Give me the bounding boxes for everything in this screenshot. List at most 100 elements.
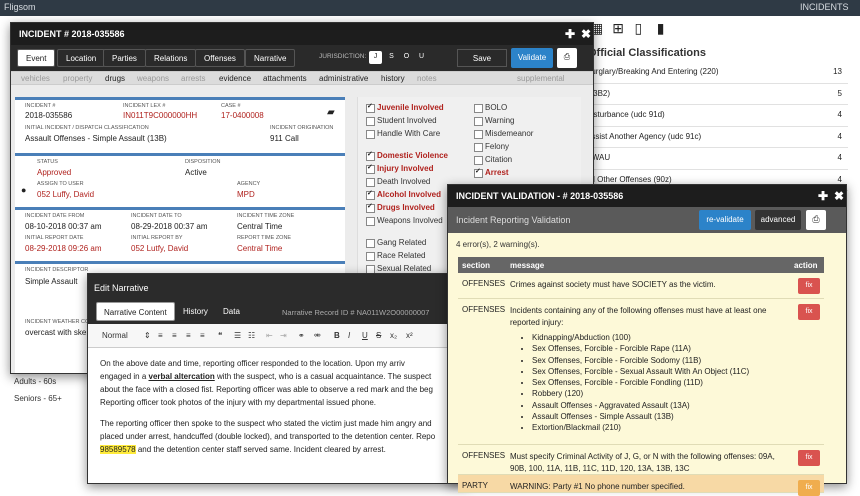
assign-user-field[interactable]: 052 Luffy, David	[37, 190, 94, 199]
time-zone-field[interactable]: Central Time	[237, 222, 282, 231]
subtab-arrests[interactable]: arrests	[181, 74, 205, 83]
warning-checkbox[interactable]: Warning	[474, 116, 515, 126]
close-icon[interactable]: ✖	[581, 27, 591, 41]
sitemap-icon[interactable]: ⊞	[612, 20, 626, 36]
revalidate-button[interactable]: re-validate	[699, 210, 751, 230]
tab-narrative-content[interactable]: Narrative Content	[96, 302, 175, 321]
agency-field[interactable]: MPD	[237, 190, 255, 199]
tab-history[interactable]: History	[176, 302, 215, 321]
incident-number-field[interactable]: 2018-035586	[25, 111, 72, 120]
italic-icon[interactable]: I	[348, 331, 350, 340]
format-select[interactable]: Normal	[102, 331, 128, 340]
narrative-editor[interactable]: On the above date and time, reporting of…	[88, 348, 468, 473]
lex-number-field[interactable]: IN011T9C000000HH	[123, 111, 197, 120]
align-center-icon[interactable]: ≡	[172, 331, 177, 340]
tab-parties[interactable]: Parties	[103, 49, 146, 67]
race-related-checkbox[interactable]: Race Related	[366, 251, 425, 261]
fix-button[interactable]: fix	[798, 480, 820, 496]
fix-button[interactable]: fix	[798, 450, 820, 466]
indent-icon[interactable]: ⇥	[280, 331, 287, 340]
book-icon[interactable]: ▮	[657, 20, 671, 36]
tab-relations[interactable]: Relations	[145, 49, 197, 67]
align-right-icon[interactable]: ≡	[186, 331, 191, 340]
subscript-icon[interactable]: x₂	[390, 331, 397, 340]
case-number-field[interactable]: 17-0400008	[221, 111, 264, 120]
classification-field[interactable]: Assault Offenses - Simple Assault (13B)	[25, 134, 167, 143]
fix-button[interactable]: fix	[798, 278, 820, 294]
injury-involved-checkbox[interactable]: Injury Involved	[366, 163, 433, 174]
juvenile-involved-checkbox[interactable]: Juvenile Involved	[366, 102, 444, 113]
descriptor-field[interactable]: Simple Assault	[25, 277, 77, 286]
narrative-window-header[interactable]: Edit Narrative	[88, 274, 468, 300]
link-icon[interactable]: ⚭	[298, 331, 305, 340]
tab-event[interactable]: Event	[17, 49, 56, 67]
bullet-list-icon[interactable]: ☷	[248, 331, 255, 340]
age-group-item[interactable]: Seniors - 65+	[14, 394, 62, 403]
list-item[interactable]: DWAU 4	[586, 148, 848, 170]
status-field[interactable]: Approved	[37, 168, 71, 177]
verbal-altercation-link[interactable]: verbal altercation	[149, 372, 215, 381]
superscript-icon[interactable]: x²	[406, 331, 413, 340]
handle-with-care-checkbox[interactable]: Handle With Care	[366, 129, 440, 139]
jurisdiction-s-button[interactable]: S	[385, 51, 398, 64]
list-item[interactable]: Disturbance (udc 91d) 4	[586, 105, 848, 127]
incident-window-header[interactable]: INCIDENT # 2018-035586 ✚ ✖	[11, 23, 593, 45]
subtab-vehicles[interactable]: vehicles	[21, 74, 50, 83]
unlink-icon[interactable]: ⚮	[314, 331, 321, 340]
death-involved-checkbox[interactable]: Death Involved	[366, 177, 430, 187]
tab-data[interactable]: Data	[216, 302, 247, 321]
felony-checkbox[interactable]: Felony	[474, 142, 509, 152]
drugs-involved-checkbox[interactable]: Drugs Involved	[366, 202, 435, 213]
misdemeanor-checkbox[interactable]: Misdemeanor	[474, 129, 533, 139]
quote-icon[interactable]: ❝	[218, 331, 222, 340]
report-by-field[interactable]: 052 Lutfy, David	[131, 244, 188, 253]
subtab-evidence[interactable]: evidence	[219, 74, 251, 83]
strikethrough-icon[interactable]: S	[376, 331, 381, 340]
list-item[interactable]: Burglary/Breaking And Entering (220) 13	[586, 62, 848, 84]
weather-field[interactable]: overcast with ske	[25, 328, 86, 337]
save-button[interactable]: Save	[457, 49, 507, 67]
validation-window-header[interactable]: INCIDENT VALIDATION - # 2018-035586 ✚ ✖	[448, 185, 846, 207]
subtab-attachments[interactable]: attachments	[263, 74, 307, 83]
jurisdiction-u-button[interactable]: U	[415, 51, 428, 64]
tab-offenses[interactable]: Offenses	[195, 49, 245, 67]
justify-icon[interactable]: ≡	[200, 331, 205, 340]
print-icon[interactable]: ⎙	[806, 210, 826, 230]
domestic-violence-checkbox[interactable]: Domestic Violence	[366, 150, 448, 161]
subtab-history[interactable]: history	[381, 74, 405, 83]
subtab-supplemental[interactable]: supplemental	[517, 74, 565, 83]
outdent-icon[interactable]: ⇤	[266, 331, 273, 340]
report-time-zone-field[interactable]: Central Time	[237, 244, 282, 253]
sexual-related-checkbox[interactable]: Sexual Related	[366, 264, 431, 274]
document-icon[interactable]: ▯	[634, 20, 648, 36]
folder-icon[interactable]: ▰	[327, 107, 335, 118]
list-item[interactable]: (13B2) 5	[586, 84, 848, 105]
subtab-property[interactable]: property	[63, 74, 92, 83]
list-item[interactable]: Assist Another Agency (udc 91c) 4	[586, 127, 848, 148]
chevron-down-icon[interactable]: ⇕	[144, 331, 151, 340]
plus-icon[interactable]: ✚	[818, 189, 828, 203]
bolo-checkbox[interactable]: BOLO	[474, 103, 507, 113]
report-date-field[interactable]: 08-29-2018 09:26 am	[25, 244, 102, 253]
subtab-drugs[interactable]: drugs	[105, 74, 125, 83]
origination-field[interactable]: 911 Call	[270, 134, 299, 143]
arrest-checkbox[interactable]: Arrest	[474, 167, 509, 178]
subtab-administrative[interactable]: administrative	[319, 74, 368, 83]
jurisdiction-o-button[interactable]: O	[400, 51, 413, 64]
advanced-button[interactable]: advanced	[755, 210, 801, 230]
date-to-field[interactable]: 08-29-2018 00:37 am	[131, 222, 208, 231]
subtab-weapons[interactable]: weapons	[137, 74, 169, 83]
jurisdiction-j-button[interactable]: J	[369, 51, 382, 64]
citation-checkbox[interactable]: Citation	[474, 155, 512, 165]
tab-narrative[interactable]: Narrative	[245, 49, 296, 67]
subtab-notes[interactable]: notes	[417, 74, 437, 83]
date-from-field[interactable]: 08-10-2018 00:37 am	[25, 222, 102, 231]
print-icon[interactable]: ⎙	[557, 48, 577, 68]
plus-icon[interactable]: ✚	[565, 27, 575, 41]
alcohol-involved-checkbox[interactable]: Alcohol Involved	[366, 189, 441, 200]
align-left-icon[interactable]: ≡	[158, 331, 163, 340]
validate-button[interactable]: Validate	[511, 48, 553, 68]
student-involved-checkbox[interactable]: Student Involved	[366, 116, 437, 126]
weapons-involved-checkbox[interactable]: Weapons Involved	[366, 216, 443, 226]
age-group-item[interactable]: Adults - 60s	[14, 377, 56, 386]
